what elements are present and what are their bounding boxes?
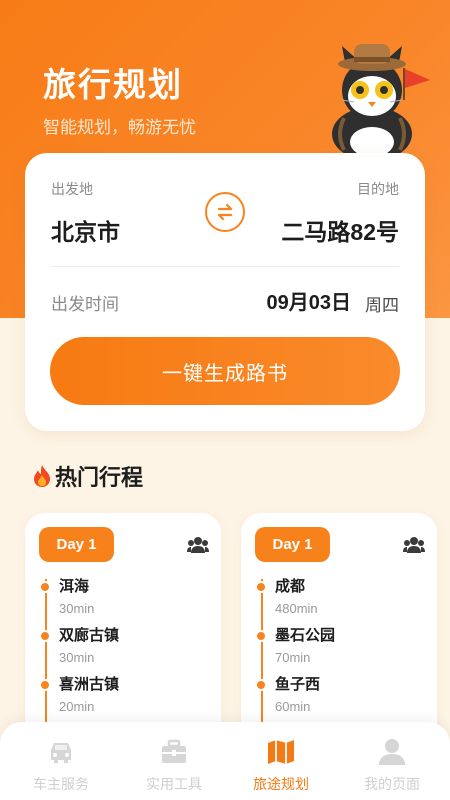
trip-card[interactable]: Day 1 成都 480min 墨石公园 70min 鱼子西 60min [241,513,437,753]
departure-time-label: 出发时间 [51,295,119,314]
stop-name: 墨石公园 [275,627,336,644]
tab-label: 我的页面 [364,776,420,792]
day-badge: Day 1 [255,527,330,562]
stop-duration: 60min [275,699,311,714]
stop-name: 喜洲古镇 [59,676,120,693]
tab-tools[interactable]: 实用工具 [118,722,230,800]
page-title: 旅行规划 [43,66,183,103]
tab-trip-planning[interactable]: 旅途规划 [225,722,337,800]
origin-label: 出发地 [51,181,93,197]
trip-planner-card: 出发地 目的地 北京市 二马路82号 出发时间 09月03日 周四 一键生成路书 [25,153,425,431]
group-icon [403,537,425,553]
departure-date-value[interactable]: 09月03日 [267,286,352,315]
timeline-dot [255,630,267,642]
destination-label: 目的地 [357,181,399,197]
mascot-illustration [332,44,430,161]
stop-duration: 30min [59,601,95,616]
timeline-dot [255,581,267,593]
tab-owner-services[interactable]: 车主服务 [5,722,117,800]
timeline-dot [255,679,267,691]
stop-name: 成都 [275,578,306,595]
destination-field[interactable]: 二马路82号 [281,213,399,247]
stop-name: 鱼子西 [275,676,321,693]
toolbox-icon [162,739,186,763]
car-icon [51,743,71,763]
tab-label: 旅途规划 [253,776,309,792]
divider [51,266,399,267]
tab-label: 实用工具 [146,776,202,792]
timeline-dot [39,581,51,593]
bottom-tab-bar: 车主服务 实用工具 旅途规划 我的页面 [0,722,450,800]
trip-card[interactable]: Day 1 洱海 30min 双廊古镇 30min 喜洲古镇 20min [25,513,221,753]
group-icon [187,537,209,553]
page-subtitle: 智能规划，畅游无忧 [43,118,196,137]
origin-field[interactable]: 北京市 [51,213,120,247]
stop-duration: 480min [275,601,318,616]
departure-weekday[interactable]: 周四 [365,291,399,316]
generate-roadbook-button[interactable]: 一键生成路书 [50,337,400,405]
tab-my-page[interactable]: 我的页面 [336,722,448,800]
fire-icon [34,465,50,487]
stop-name: 洱海 [59,578,90,595]
stop-duration: 30min [59,650,95,665]
stop-duration: 20min [59,699,95,714]
timeline-dot [39,630,51,642]
section-title: 热门行程 [55,465,144,490]
timeline-dot [39,679,51,691]
stop-name: 双廊古镇 [59,627,120,644]
day-badge: Day 1 [39,527,114,562]
stop-duration: 70min [275,650,311,665]
tab-label: 车主服务 [33,776,89,792]
swap-locations-button[interactable] [205,192,245,232]
user-icon [379,739,405,765]
swap-icon [217,203,233,221]
map-icon [268,740,294,764]
hot-trips-heading: 热门行程 [32,460,143,492]
